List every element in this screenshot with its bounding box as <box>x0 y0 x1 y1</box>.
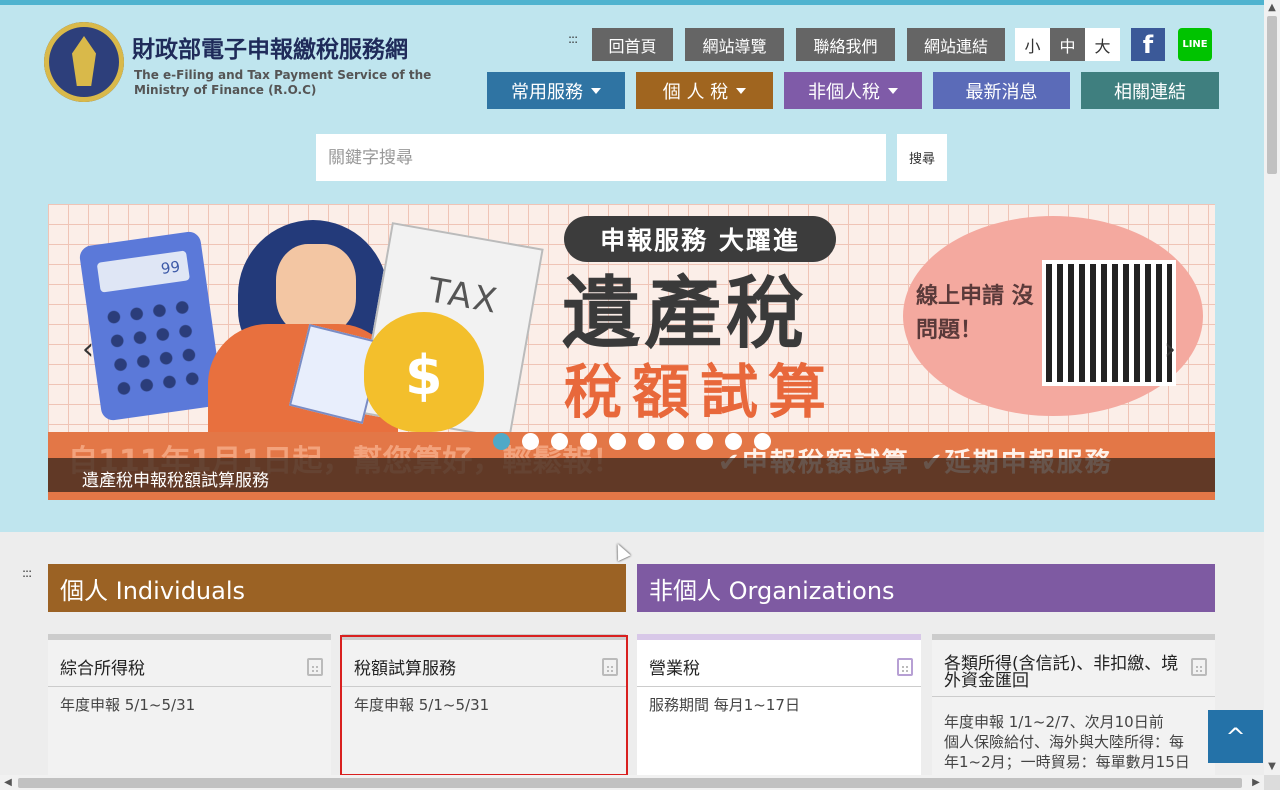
calculator-icon <box>1191 658 1207 676</box>
scroll-up-icon[interactable]: ▲ <box>1264 0 1280 16</box>
nav-links[interactable]: 網站連結 <box>907 28 1005 61</box>
banner-pill: 申報服務 大躍進 <box>564 216 836 262</box>
accesskey-top[interactable]: ::: <box>568 32 578 46</box>
nav-news[interactable]: 最新消息 <box>933 72 1070 109</box>
chevron-down-icon <box>888 87 898 94</box>
accesskey-content[interactable]: ::: <box>22 566 32 580</box>
banner-headline: 遺產稅 <box>562 269 809 359</box>
chevron-down-icon <box>736 87 747 94</box>
qr-code-icon <box>1042 260 1176 386</box>
carousel-dot[interactable] <box>725 433 742 450</box>
carousel-dot[interactable] <box>609 433 626 450</box>
banner-caption: 遺產稅申報稅額試算服務 <box>82 471 269 491</box>
nav-home[interactable]: 回首頁 <box>592 28 673 61</box>
carousel-prev-icon[interactable]: ‹ <box>82 332 94 367</box>
top-nav: 回首頁 網站導覽 聯絡我們 網站連結 <box>592 28 1017 61</box>
site-logo[interactable]: 財政部電子申報繳稅服務網 The e-Filing and Tax Paymen… <box>44 22 464 104</box>
nav-individual-tax[interactable]: 個 人 稅 <box>636 72 773 109</box>
font-small-button[interactable]: 小 <box>1015 28 1050 61</box>
font-medium-button[interactable]: 中 <box>1050 28 1085 61</box>
site-subtitle: The e-Filing and Tax Payment Service of … <box>134 68 432 97</box>
section-organizations: 非個人 Organizations <box>637 564 1215 612</box>
calculator-icon <box>897 658 913 676</box>
site-title: 財政部電子申報繳稅服務網 <box>132 37 408 63</box>
calculator-icon <box>307 658 323 676</box>
main-nav: 常用服務 個 人 稅 非個人稅 最新消息 相關連結 <box>487 72 1230 109</box>
bubble-text: 線上申請 沒問題！ <box>916 284 1034 343</box>
carousel-dot[interactable] <box>638 433 655 450</box>
banner-subheadline: 稅額試算 <box>564 358 837 426</box>
scroll-left-icon[interactable]: ◀ <box>0 775 16 790</box>
chevron-down-icon <box>591 87 601 94</box>
search-button[interactable]: 搜尋 <box>897 134 947 181</box>
back-to-top-button[interactable]: ^ <box>1208 710 1263 763</box>
carousel-dot[interactable] <box>754 433 771 450</box>
vertical-scroll-thumb[interactable] <box>1267 16 1277 174</box>
card-tax-estimate-service[interactable]: 稅額試算服務 年度申報 5/1~5/31 <box>342 634 626 784</box>
ministry-emblem-icon <box>44 22 124 102</box>
search-input[interactable] <box>316 134 886 181</box>
carousel-next-icon[interactable]: › <box>1164 332 1176 367</box>
nav-non-individual-tax[interactable]: 非個人稅 <box>784 72 922 109</box>
nav-related-links[interactable]: 相關連結 <box>1081 72 1219 109</box>
carousel-dot[interactable] <box>580 433 597 450</box>
carousel-dot[interactable] <box>667 433 684 450</box>
facebook-icon[interactable]: f <box>1131 28 1165 61</box>
carousel-dot[interactable] <box>696 433 713 450</box>
section-individuals: 個人 Individuals <box>48 564 626 612</box>
calculator-illustration: 99 <box>78 230 224 422</box>
scroll-down-icon[interactable]: ▼ <box>1264 759 1280 775</box>
card-business-tax[interactable]: 營業稅 服務期間 每月1~17日 <box>637 634 921 784</box>
card-income-tax[interactable]: 綜合所得稅 年度申報 5/1~5/31 <box>48 634 331 784</box>
scroll-right-icon[interactable]: ▶ <box>1248 775 1264 790</box>
horizontal-scroll-thumb[interactable] <box>18 778 1242 788</box>
banner-carousel[interactable]: 99 TAX $ 申報服務 大躍進 遺產稅 稅額試算 線上申請 沒問題！ 自11… <box>48 204 1215 500</box>
card-withholding[interactable]: 各類所得(含信託)、非扣繳、境外資金匯回 年度申報 1/1~2/7、次月10日前… <box>932 634 1215 784</box>
font-large-button[interactable]: 大 <box>1085 28 1120 61</box>
carousel-dot[interactable] <box>551 433 568 450</box>
nav-sitemap[interactable]: 網站導覽 <box>685 28 784 61</box>
carousel-dot[interactable] <box>493 433 510 450</box>
line-icon[interactable]: LINE <box>1178 28 1212 61</box>
carousel-dot[interactable] <box>522 433 539 450</box>
nav-contact[interactable]: 聯絡我們 <box>796 28 895 61</box>
carousel-indicators <box>493 433 783 450</box>
calculator-icon <box>602 658 618 676</box>
nav-common-services[interactable]: 常用服務 <box>487 72 625 109</box>
mouse-cursor-icon <box>611 540 631 562</box>
font-size-switcher: 小 中 大 <box>1015 28 1120 61</box>
